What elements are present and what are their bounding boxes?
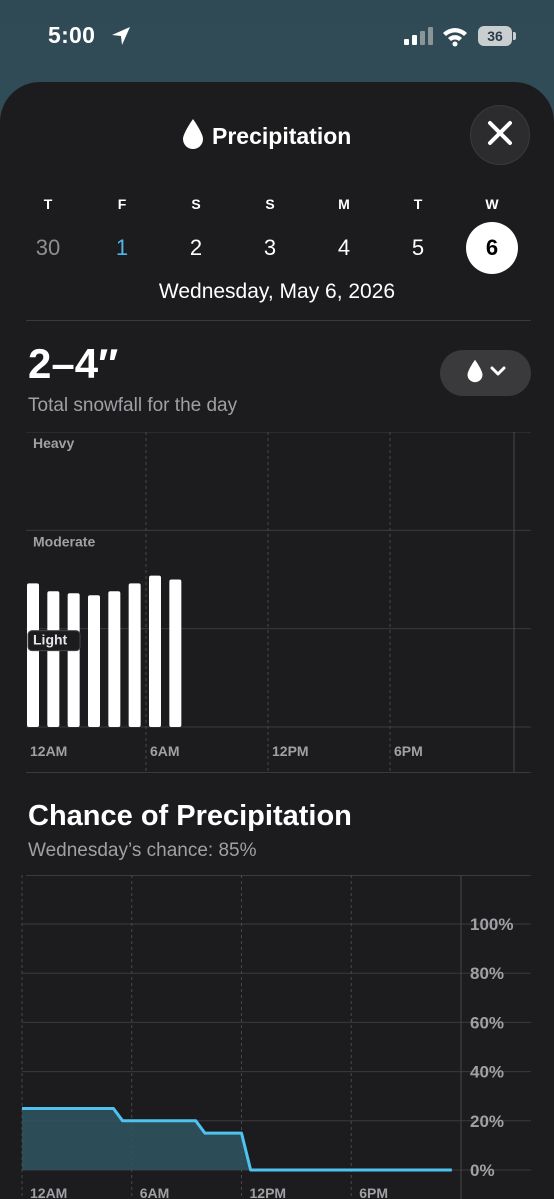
- y-tick-label: 40%: [470, 1063, 504, 1082]
- page-title: Precipitation: [212, 123, 352, 149]
- battery-indicator: 36: [478, 26, 516, 46]
- snowfall-bar: [169, 579, 182, 727]
- day-number: 1: [115, 235, 129, 260]
- snowfall-bar: [67, 593, 80, 727]
- day-item[interactable]: S3: [244, 192, 296, 274]
- day-item[interactable]: F1: [96, 192, 148, 274]
- precipitation-type-dropdown[interactable]: [440, 350, 531, 396]
- selected-date: Wednesday, May 6, 2026: [158, 280, 396, 303]
- day-number: 4: [337, 235, 351, 260]
- day-number: 2: [189, 235, 203, 260]
- y-tick-label: 20%: [470, 1112, 504, 1131]
- day-item[interactable]: S2: [170, 192, 222, 274]
- day-number: 30: [35, 235, 61, 260]
- day-of-week-label: T: [43, 196, 53, 212]
- day-item[interactable]: M4: [318, 192, 370, 274]
- x-tick-label: 6AM: [150, 743, 180, 759]
- x-tick-label: 12PM: [272, 743, 309, 759]
- day-item[interactable]: W6: [466, 192, 518, 274]
- x-tick-label: 12PM: [250, 1185, 287, 1199]
- snowfall-bar: [47, 591, 60, 727]
- x-tick-label: 6PM: [394, 743, 423, 759]
- location-arrow-icon: [110, 25, 132, 52]
- chance-title: Chance of Precipitation: [28, 800, 352, 832]
- day-of-week-label: F: [117, 196, 127, 212]
- snowfall-bar: [128, 583, 141, 727]
- y-tick-label: 80%: [470, 964, 504, 983]
- raindrop-icon: [466, 359, 484, 388]
- snowfall-bar: [108, 591, 121, 727]
- x-tick-label: 6PM: [359, 1185, 388, 1199]
- day-of-week-label: T: [413, 196, 423, 212]
- x-tick-label: 6AM: [140, 1185, 170, 1199]
- day-of-week-label: W: [485, 196, 499, 212]
- x-tick-label: 12AM: [30, 1185, 67, 1199]
- snowfall-amount: 2–4″: [28, 340, 119, 387]
- level-label: Light: [33, 632, 68, 648]
- level-label: Moderate: [33, 533, 95, 549]
- day-item[interactable]: T5: [392, 192, 444, 274]
- snowfall-subtitle: Total snowfall for the day: [28, 395, 238, 416]
- level-label: Heavy: [33, 435, 74, 451]
- x-tick-label: 12AM: [30, 743, 67, 759]
- y-tick-label: 100%: [470, 915, 513, 934]
- day-of-week-label: M: [338, 196, 350, 212]
- day-number: 5: [411, 235, 425, 260]
- snowfall-intensity-chart: Heavy Moderate Light 12AM 6AM 12PM 6PM: [26, 432, 531, 772]
- snowfall-bar: [149, 575, 161, 727]
- divider: [26, 772, 531, 773]
- day-number: 6: [466, 222, 518, 274]
- raindrop-icon: [182, 118, 204, 155]
- close-button[interactable]: [470, 105, 530, 165]
- status-bar: 5:00 36: [0, 0, 554, 72]
- day-number: 3: [263, 235, 277, 260]
- day-item[interactable]: T 30: [22, 192, 74, 274]
- y-tick-label: 0%: [470, 1161, 495, 1180]
- chance-chart: 100% 80% 60% 40% 20% 0% 12AM 6AM 12PM 6PM: [21, 875, 531, 1199]
- battery-level: 36: [478, 26, 512, 46]
- y-tick-label: 60%: [470, 1013, 504, 1032]
- divider: [26, 320, 531, 321]
- snowfall-bar: [88, 595, 100, 727]
- day-of-week-label: S: [265, 196, 275, 212]
- chance-area: [22, 1108, 452, 1170]
- close-icon: [487, 120, 513, 151]
- chevron-down-icon: [490, 364, 506, 382]
- day-of-week-label: S: [191, 196, 201, 212]
- status-time: 5:00: [48, 22, 96, 48]
- wifi-icon: [442, 25, 468, 52]
- chance-subtitle: Wednesday’s chance: 85%: [28, 840, 257, 861]
- cellular-signal-icon: [404, 27, 434, 52]
- snowfall-bar: [27, 583, 39, 727]
